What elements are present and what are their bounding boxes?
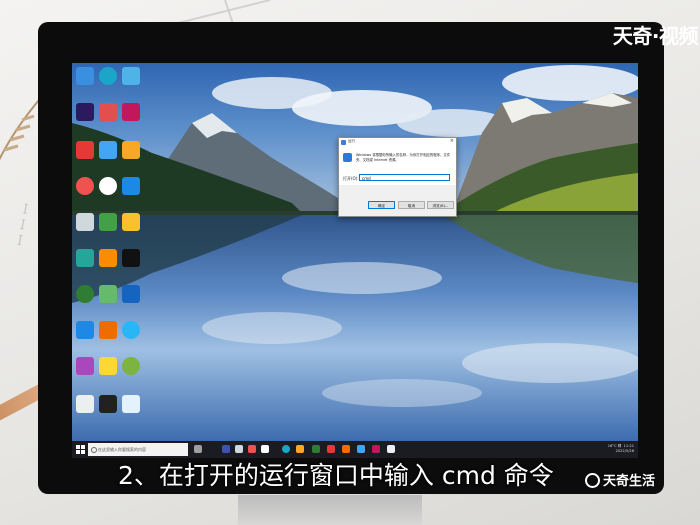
run-dialog-description: Windows 将根据你所输入的名称，为你打开相应的程序、文件夹、文档或 Int… xyxy=(356,153,451,162)
desktop-icon-capcut[interactable] xyxy=(99,395,117,413)
run-dialog-button-row: 确定 取消 浏览(B)... xyxy=(339,185,456,215)
desktop-icon-wechat[interactable] xyxy=(76,285,94,303)
watermark-bottom: 天奇生活 xyxy=(585,470,655,489)
run-program-icon xyxy=(343,153,352,162)
windows-start-icon[interactable] xyxy=(76,445,85,454)
taskbar-app-4[interactable] xyxy=(261,445,269,453)
desktop-icon-app-17[interactable] xyxy=(99,249,117,267)
desktop-icon-app-30[interactable] xyxy=(122,395,140,413)
run-dialog-title: 运行 xyxy=(348,139,355,143)
desktop-icon-app-7[interactable] xyxy=(76,141,94,159)
clock-time: 11:21 xyxy=(623,444,634,448)
desktop-icon-app-28[interactable] xyxy=(76,395,94,413)
desktop-icon-premiere[interactable] xyxy=(76,103,94,121)
taskbar-app-11[interactable] xyxy=(372,445,380,453)
desktop-icon-this-pc[interactable] xyxy=(76,67,94,85)
tutorial-caption: 2、在打开的运行窗口中输入 cmd 命令 xyxy=(118,461,554,490)
desktop-icon-app-9[interactable] xyxy=(122,141,140,159)
monitor-stand xyxy=(238,495,422,525)
desktop-icon-app-3[interactable] xyxy=(122,67,140,85)
desktop-screen: 运行 × Windows 将根据你所输入的名称，为你打开相应的程序、文件夹、文档… xyxy=(72,63,638,458)
desktop-icon-app-25[interactable] xyxy=(76,357,94,375)
desktop-icon-app-20[interactable] xyxy=(99,285,117,303)
clock-date: 2022/5/26 xyxy=(615,449,634,453)
desktop-icon-tiktok[interactable] xyxy=(122,249,140,267)
ok-button[interactable]: 确定 xyxy=(368,201,395,209)
desktop-icon-app-21[interactable] xyxy=(122,285,140,303)
task-view-icon[interactable] xyxy=(194,445,202,453)
taskbar-search-input[interactable]: 在这里输入你要搜索的内容 xyxy=(88,443,188,456)
desktop-icon-app-6[interactable] xyxy=(122,103,140,121)
desktop-icon-app-15[interactable] xyxy=(122,213,140,231)
browse-button[interactable]: 浏览(B)... xyxy=(427,201,454,209)
desktop-icon-app-11[interactable] xyxy=(99,177,117,195)
brand-logo-icon xyxy=(585,473,600,488)
search-icon xyxy=(91,447,97,453)
desktop-icon-app-27[interactable] xyxy=(122,357,140,375)
desktop-icon-recycle-bin[interactable] xyxy=(76,213,94,231)
desktop-icon-app-8[interactable] xyxy=(99,141,117,159)
desktop-icon-app-10[interactable] xyxy=(76,177,94,195)
watermark-top: 天奇·视频 xyxy=(612,24,699,48)
taskbar-app-10[interactable] xyxy=(357,445,365,453)
taskbar-app-7[interactable] xyxy=(312,445,320,453)
desktop-icon-app-26[interactable] xyxy=(99,357,117,375)
close-icon[interactable]: × xyxy=(450,138,454,144)
taskbar-app-9[interactable] xyxy=(342,445,350,453)
taskbar-app-6[interactable] xyxy=(296,445,304,453)
run-dialog-body: Windows 将根据你所输入的名称，为你打开相应的程序、文件夹、文档或 Int… xyxy=(339,147,456,185)
desktop-icon-app-22[interactable] xyxy=(76,321,94,339)
run-dialog: 运行 × Windows 将根据你所输入的名称，为你打开相应的程序、文件夹、文档… xyxy=(338,137,457,217)
taskbar-app-1[interactable] xyxy=(222,445,230,453)
run-app-icon xyxy=(341,140,346,145)
desktop-icon-app-23[interactable] xyxy=(99,321,117,339)
open-field-label: 打开(O): xyxy=(343,176,359,181)
desktop-icon-app-5[interactable] xyxy=(99,103,117,121)
weather-status: 16°C 晴 xyxy=(607,444,622,448)
taskbar-app-8[interactable] xyxy=(327,445,335,453)
taskbar-app-3[interactable] xyxy=(248,445,256,453)
watermark-bottom-text: 天奇生活 xyxy=(603,474,656,489)
desktop-icon-edge[interactable] xyxy=(99,67,117,85)
cancel-button[interactable]: 取消 xyxy=(398,201,425,209)
taskbar-app-5[interactable] xyxy=(282,445,290,453)
desktop-icon-app-12[interactable] xyxy=(122,177,140,195)
wallpaper-mountains xyxy=(72,65,638,407)
desktop-icon-app-14[interactable] xyxy=(99,213,117,231)
desktop-icon-app-16[interactable] xyxy=(76,249,94,267)
taskbar-app-2[interactable] xyxy=(235,445,243,453)
run-dialog-titlebar[interactable]: 运行 × xyxy=(339,138,456,147)
desktop-icon-app-24[interactable] xyxy=(122,321,140,339)
system-tray[interactable]: 16°C 晴 11:21 2022/5/26 xyxy=(608,444,634,454)
taskbar-app-12[interactable] xyxy=(387,445,395,453)
open-input[interactable]: cmd xyxy=(359,174,450,181)
